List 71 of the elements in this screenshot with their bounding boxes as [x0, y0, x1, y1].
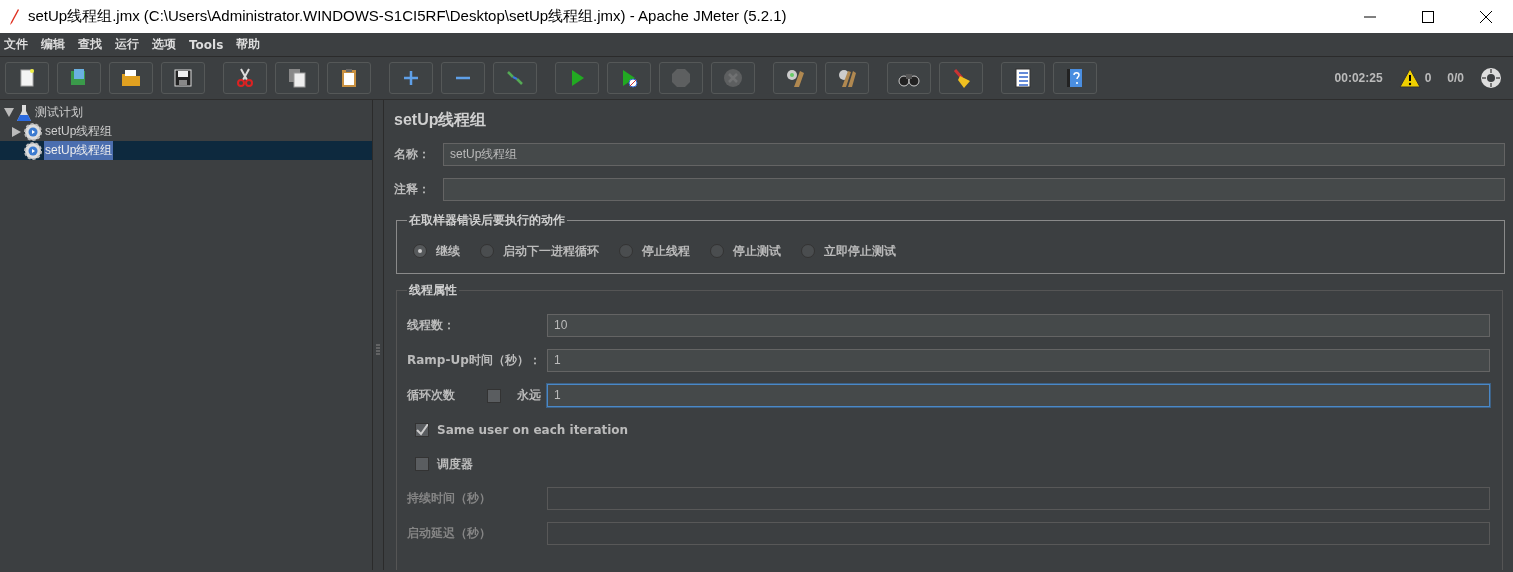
menu-item[interactable]: 选项	[152, 36, 176, 53]
minus-icon	[456, 76, 470, 80]
toolbar-button[interactable]	[887, 62, 931, 94]
splitter-grip-icon	[376, 344, 380, 356]
toolbar-button[interactable]	[825, 62, 869, 94]
checkbox[interactable]	[415, 423, 429, 437]
checkbox-label: Same user on each iteration	[437, 423, 629, 437]
menu-item[interactable]: 运行	[115, 36, 139, 53]
radio-button[interactable]: 继续	[413, 242, 460, 260]
gear-icon	[24, 122, 42, 141]
toolbar-button[interactable]	[109, 62, 153, 94]
input-field[interactable]: setUp线程组	[443, 143, 1505, 166]
menu-item[interactable]: Tools	[189, 37, 224, 52]
save-icon	[172, 67, 194, 89]
menu-item[interactable]: 帮助	[236, 36, 261, 53]
tree-item[interactable]: setUp线程组	[44, 141, 114, 160]
radio-button[interactable]: 立即停止测试	[801, 242, 896, 260]
toolbar-button[interactable]	[1001, 62, 1045, 94]
menu-item[interactable]: 编辑	[41, 36, 65, 53]
tree-item[interactable]: 测试计划	[34, 103, 84, 122]
toolbar-button[interactable]	[275, 62, 319, 94]
thread-count: 0/0	[1447, 71, 1464, 85]
field-label: Ramp-Up时间（秒）：	[407, 352, 542, 369]
copy-icon	[286, 67, 308, 89]
list-icon	[1012, 67, 1034, 89]
checkbox[interactable]	[487, 388, 501, 403]
field-label: 名称：	[394, 146, 431, 163]
menu-item[interactable]: 文件	[4, 36, 28, 53]
input-field[interactable]: 10	[547, 314, 1490, 337]
elapsed-time: 00:02:25	[1334, 71, 1383, 85]
gear-icon	[24, 141, 42, 160]
warning-icon	[1398, 68, 1421, 88]
group-title: 在取样器错误后要执行的动作	[408, 212, 566, 229]
checkmark-icon	[416, 424, 428, 436]
toolbar-button[interactable]	[1053, 62, 1097, 94]
maximize-icon	[1422, 10, 1434, 23]
field-label: 启动延迟（秒）	[407, 525, 492, 542]
field-label: 注释：	[394, 181, 431, 198]
feather-icon	[8, 7, 20, 26]
tree-item[interactable]: setUp线程组	[44, 122, 114, 141]
toolbar-button[interactable]	[161, 62, 205, 94]
shutdown-icon	[722, 67, 744, 89]
toolbar-button[interactable]	[327, 62, 371, 94]
input-field[interactable]: 1	[547, 349, 1490, 372]
open-folder-icon	[120, 67, 142, 89]
field-label: 持续时间（秒）	[407, 490, 492, 507]
panel-title: setUp线程组	[394, 110, 488, 130]
close-icon	[1480, 10, 1492, 23]
checkbox[interactable]	[415, 457, 429, 471]
radio-button[interactable]: 停止测试	[710, 242, 781, 260]
scissors-icon	[234, 67, 256, 89]
checkbox-label: 永远	[517, 387, 541, 404]
toolbar-button[interactable]	[5, 62, 49, 94]
toolbar-button[interactable]	[773, 62, 817, 94]
field-label: 循环次数	[407, 387, 456, 404]
radio-button[interactable]: 停止线程	[619, 242, 690, 260]
flask-icon	[16, 103, 32, 122]
collapse-arrow-icon[interactable]	[4, 108, 14, 117]
checkbox-label: 调度器	[437, 455, 473, 473]
radio-button[interactable]: 启动下一进程循环	[480, 242, 599, 260]
field-label: 线程数：	[407, 317, 456, 334]
window-title: setUp线程组.jmx (C:\Users\Administrator.WINDOWS-S1CI5RF\Desktop\setUp线程组.jmx) - Apache JMeter (5.2.1)	[28, 7, 787, 26]
warning-count: 0	[1424, 71, 1432, 85]
input-field[interactable]: 1	[547, 384, 1490, 407]
input-field[interactable]	[443, 178, 1505, 201]
expand-arrow-icon[interactable]	[12, 126, 21, 137]
toolbar-button[interactable]	[939, 62, 983, 94]
status-indicator-icon	[1480, 67, 1502, 89]
group-title: 线程属性	[408, 282, 458, 299]
menu-item[interactable]: 查找	[78, 36, 102, 53]
stop-icon	[670, 67, 692, 89]
